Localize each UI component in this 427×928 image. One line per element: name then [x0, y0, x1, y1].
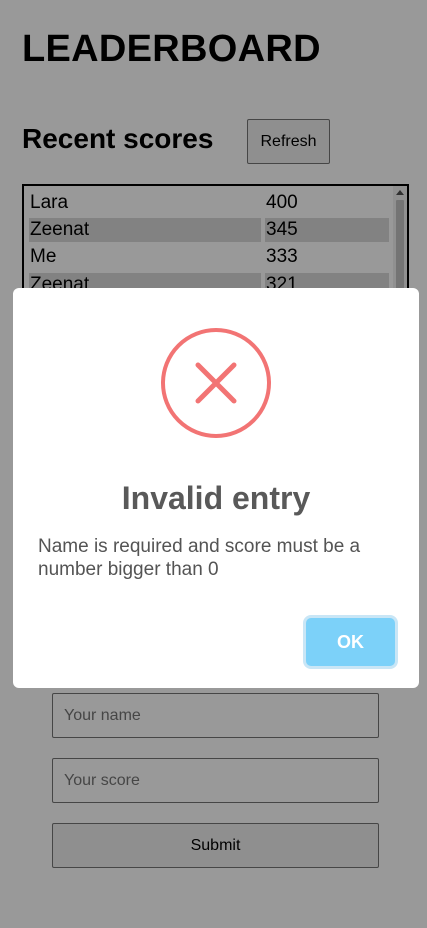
dialog-title: Invalid entry	[121, 480, 311, 516]
ok-button[interactable]: OK	[306, 618, 395, 666]
dialog-message: Name is required and score must be a num…	[38, 536, 361, 580]
invalid-entry-dialog: Invalid entry Name is required and score…	[13, 288, 419, 688]
error-x-icon	[161, 328, 271, 438]
